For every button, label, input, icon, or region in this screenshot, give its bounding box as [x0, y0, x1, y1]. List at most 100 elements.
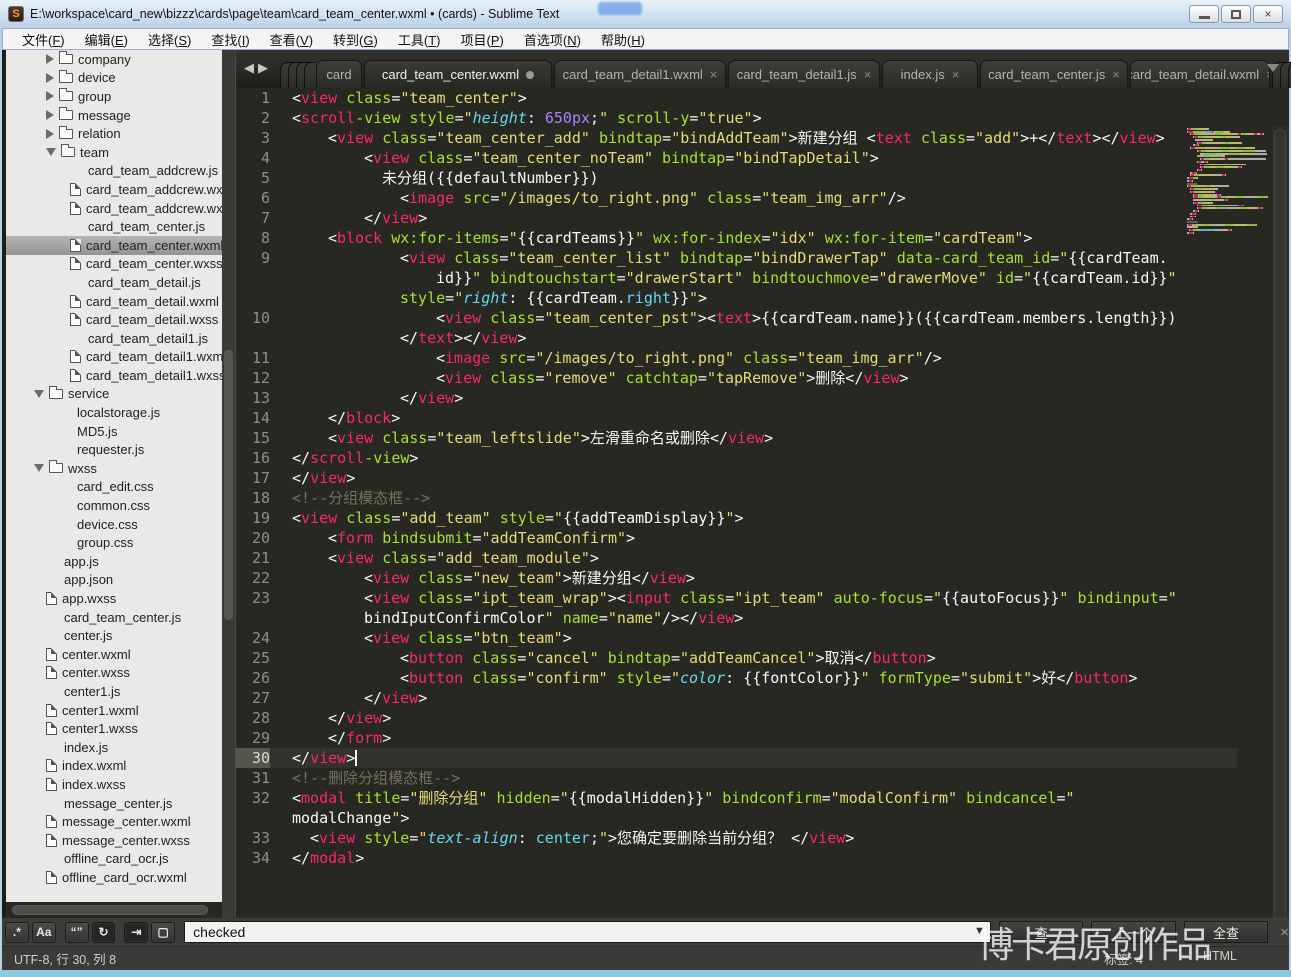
tree-file-offline_card_ocr.wxml[interactable]: offline_card_ocr.wxml: [6, 868, 222, 887]
tab-label[interactable]: index.js: [901, 67, 945, 82]
menu-工具(T)[interactable]: 工具(T): [389, 28, 450, 51]
tree-folder-team[interactable]: team: [6, 143, 222, 162]
tree-file-message_center.wxss[interactable]: message_center.wxss: [6, 831, 222, 850]
tab-label[interactable]: card_team_detail.wxml: [1130, 67, 1259, 82]
find-panel-close-icon[interactable]: ×: [1280, 924, 1289, 941]
tree-file-center.wxss[interactable]: center.wxss: [6, 664, 222, 683]
chevron-right-icon[interactable]: [46, 73, 54, 83]
whole-word-toggle[interactable]: “”: [65, 922, 89, 943]
menu-转到(G)[interactable]: 转到(G): [324, 28, 387, 51]
minimap[interactable]: [1187, 128, 1271, 235]
tree-file-card_team_addcrew.wxml[interactable]: card_team_addcrew.wxml: [6, 180, 222, 199]
tree-folder-company[interactable]: company: [6, 50, 222, 69]
tree-file-card_team_detail1.js[interactable]: card_team_detail1.js: [6, 329, 222, 348]
menu-项目(P)[interactable]: 项目(P): [451, 28, 512, 51]
menu-编辑(E)[interactable]: 编辑(E): [76, 28, 137, 51]
tree-file-center1.wxss[interactable]: center1.wxss: [6, 719, 222, 738]
sidebar-vertical-scrollbar[interactable]: [222, 50, 235, 918]
status-tab-size[interactable]: 标签: 4: [1104, 949, 1143, 968]
tree-file-center1.wxml[interactable]: center1.wxml: [6, 701, 222, 720]
close-button[interactable]: ×: [1253, 5, 1283, 23]
chevron-right-icon[interactable]: [46, 129, 54, 139]
editor-vscroll-thumb[interactable]: [1274, 129, 1286, 918]
find-prev-button[interactable]: 上一个: [1091, 921, 1175, 943]
tree-file-card_team_detail.js[interactable]: card_team_detail.js: [6, 273, 222, 292]
maximize-button[interactable]: [1221, 5, 1251, 23]
chevron-right-icon[interactable]: [46, 110, 54, 120]
editor-vertical-scrollbar[interactable]: [1272, 126, 1289, 918]
tab-label[interactable]: card_team_center.js: [988, 67, 1105, 82]
menu-查看(V)[interactable]: 查看(V): [261, 28, 322, 51]
chevron-down-icon[interactable]: [46, 148, 56, 156]
tree-file-common.css[interactable]: common.css: [6, 496, 222, 515]
tree-folder-wxss[interactable]: wxss: [6, 459, 222, 478]
tree-file-message_center.js[interactable]: message_center.js: [6, 794, 222, 813]
tree-file-center.wxml[interactable]: center.wxml: [6, 645, 222, 664]
tree-file-message_center.wxml[interactable]: message_center.wxml: [6, 812, 222, 831]
tab-card_team_center.wxml[interactable]: card_team_center.wxml: [364, 60, 552, 88]
menu-文件(F)[interactable]: 文件(F): [13, 28, 74, 51]
tree-file-card_team_center.wxml[interactable]: card_team_center.wxml: [6, 236, 222, 255]
tree-file-device.css[interactable]: device.css: [6, 515, 222, 534]
tab-card_team_detail1.js[interactable]: card_team_detail1.js×: [728, 60, 880, 88]
tree-folder-device[interactable]: device: [6, 69, 222, 88]
tree-file-card_edit.css[interactable]: card_edit.css: [6, 478, 222, 497]
tab-close-icon[interactable]: ×: [710, 67, 718, 82]
tab-index.js[interactable]: index.js ×: [882, 60, 978, 88]
tree-file-card_team_detail1.wxss[interactable]: card_team_detail1.wxss: [6, 366, 222, 385]
tree-file-index.wxml[interactable]: index.wxml: [6, 757, 222, 776]
tab-card_team_detail1.wxml[interactable]: card_team_detail1.wxml ×: [554, 60, 726, 88]
menu-帮助(H)[interactable]: 帮助(H): [592, 28, 654, 51]
tree-file-card_team_center.js[interactable]: card_team_center.js: [6, 608, 222, 627]
chevron-down-icon[interactable]: [34, 390, 44, 398]
tree-file-center.js[interactable]: center.js: [6, 626, 222, 645]
code-area[interactable]: 1<view class="team_center">2<scroll-view…: [236, 88, 1289, 918]
tree-folder-message[interactable]: message: [6, 106, 222, 125]
tree-file-center1.js[interactable]: center1.js: [6, 682, 222, 701]
menu-首选项(N)[interactable]: 首选项(N): [515, 28, 590, 51]
tree-file-requester.js[interactable]: requester.js: [6, 440, 222, 459]
tab-label[interactable]: card_team_detail1.wxml: [563, 67, 703, 82]
tab-close-icon[interactable]: ×: [952, 67, 960, 82]
tab-label[interactable]: card: [326, 67, 351, 82]
tree-folder-group[interactable]: group: [6, 87, 222, 106]
chevron-down-icon[interactable]: [34, 464, 44, 472]
tree-file-card_team_detail.wxss[interactable]: card_team_detail.wxss: [6, 310, 222, 329]
regex-toggle[interactable]: .*: [5, 922, 29, 943]
tree-file-MD5.js[interactable]: MD5.js: [6, 422, 222, 441]
tab-nav-back-icon[interactable]: ◀: [244, 60, 258, 75]
tab-close-icon[interactable]: ×: [1112, 67, 1120, 82]
find-all-button[interactable]: 全查: [1184, 921, 1268, 943]
sidebar-hscroll-thumb[interactable]: [12, 905, 208, 915]
tree-folder-relation[interactable]: relation: [6, 124, 222, 143]
chevron-right-icon[interactable]: [46, 91, 54, 101]
menu-查找(I)[interactable]: 查找(I): [202, 28, 258, 51]
tab-close-icon[interactable]: ×: [864, 67, 872, 82]
tree-folder-service[interactable]: service: [6, 385, 222, 404]
tree-file-offline_card_ocr.js[interactable]: offline_card_ocr.js: [6, 850, 222, 869]
tab-card_team_detail.wxml[interactable]: card_team_detail.wxml×: [1130, 60, 1270, 88]
tree-file-app.json[interactable]: app.json: [6, 571, 222, 590]
tab-card[interactable]: card: [316, 60, 362, 88]
tree-file-index.js[interactable]: index.js: [6, 738, 222, 757]
tab-nav-arrows[interactable]: ◀▶: [244, 60, 272, 76]
sidebar-horizontal-scrollbar[interactable]: [6, 902, 222, 918]
tab-overflow-dropdown-icon[interactable]: [1267, 64, 1279, 72]
tab-label[interactable]: card_team_center.wxml: [382, 67, 519, 82]
find-button[interactable]: 查: [999, 921, 1083, 943]
wrap-toggle[interactable]: ↻: [92, 922, 116, 943]
tree-file-card_team_detail1.wxml[interactable]: card_team_detail1.wxml: [6, 348, 222, 367]
sidebar-vscroll-thumb[interactable]: [224, 350, 233, 620]
tab-card_team_center.js[interactable]: card_team_center.js ×: [980, 60, 1128, 88]
tree-file-group.css[interactable]: group.css: [6, 533, 222, 552]
tree-file-index.wxss[interactable]: index.wxss: [6, 775, 222, 794]
search-history-dropdown-icon[interactable]: ▼: [974, 925, 985, 937]
tree-file-card_team_center.wxss[interactable]: card_team_center.wxss: [6, 255, 222, 274]
minimize-button[interactable]: [1189, 5, 1219, 23]
in-selection-toggle[interactable]: ⇥: [124, 922, 148, 943]
tree-file-app.js[interactable]: app.js: [6, 552, 222, 571]
tree-file-card_team_center.js[interactable]: card_team_center.js: [6, 217, 222, 236]
tree-file-card_team_addcrew.wxss[interactable]: card_team_addcrew.wxss: [6, 199, 222, 218]
status-syntax[interactable]: HTML: [1203, 949, 1237, 968]
menu-选择(S)[interactable]: 选择(S): [139, 28, 200, 51]
